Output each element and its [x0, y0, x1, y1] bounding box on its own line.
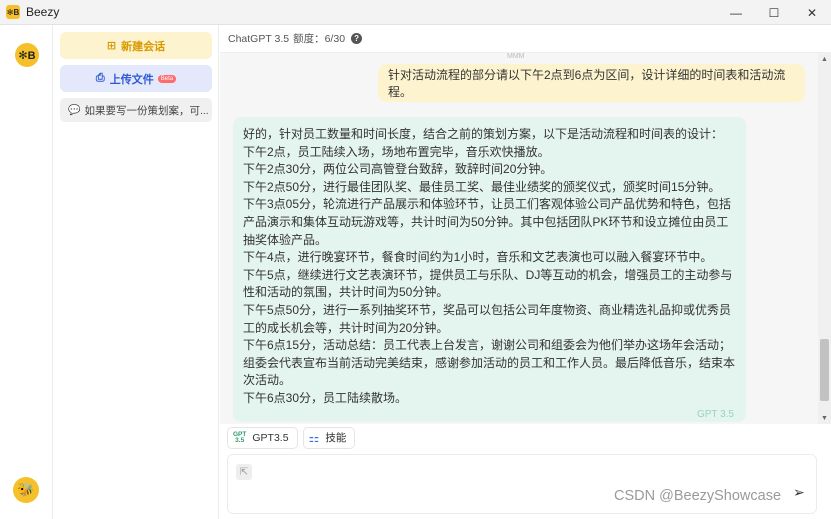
session-panel: ⊞ 新建会话 ⎙ 上传文件 Beta 💬 如果要写一份策划案，可...: [54, 25, 219, 519]
grid-icon: ⚏: [308, 430, 320, 445]
chat-scrollbar[interactable]: ▲ ▼: [818, 53, 831, 424]
assistant-line: 下午4点，进行晚宴环节，餐食时间约为1小时，音乐和文艺表演也可以融入餐宴环节中。: [243, 250, 713, 265]
window-title: Beezy: [26, 5, 60, 19]
user-avatar-bee-icon[interactable]: 🐝: [13, 477, 39, 503]
assistant-line: 下午5点，继续进行文艺表演环节，提供员工与乐队、DJ等互动的机会，增强员工的主动…: [243, 267, 733, 300]
beezy-logo-icon[interactable]: ✻B: [15, 43, 39, 67]
left-rail: ✻B 🐝: [0, 25, 53, 519]
close-button[interactable]: ✕: [793, 0, 831, 25]
window-controls: — ☐ ✕: [717, 0, 831, 25]
csdn-watermark: CSDN @BeezyShowcase: [614, 488, 782, 504]
assistant-line: 下午6点30分，员工陆续散场。: [243, 390, 408, 405]
new-chat-label: 新建会话: [121, 40, 166, 53]
upload-file-label: 上传文件: [109, 73, 154, 86]
upload-file-icon: ⎙: [95, 72, 105, 84]
scroll-thumb[interactable]: [820, 339, 829, 401]
skills-label: 技能: [325, 432, 347, 444]
quota-label: 额度：: [293, 33, 325, 45]
app-logo-icon: ✻B: [6, 5, 20, 19]
new-chat-icon: ⊞: [106, 40, 117, 52]
scroll-up-icon[interactable]: ▲: [818, 53, 831, 65]
assistant-line: 好的，针对员工数量和时间长度，结合之前的策划方案，以下是活动流程和时间表的设计：: [243, 127, 724, 141]
expand-icon[interactable]: ⇱: [236, 464, 252, 480]
session-item-label: 如果要写一份策划案，可...: [84, 104, 209, 117]
model-quota-bar: ChatGPT 3.5 额度： 6/30 ?: [220, 25, 831, 53]
minimize-button[interactable]: —: [717, 0, 755, 25]
main-area: ChatGPT 3.5 额度： 6/30 ? MMM 针对活动流程的部分请以下午…: [220, 25, 831, 519]
session-item[interactable]: 💬 如果要写一份策划案，可...: [60, 98, 212, 122]
assistant-line: 下午5点50分，进行一系列抽奖环节，奖品可以包括公司年度物资、商业精选礼品抑或优…: [243, 302, 732, 335]
scroll-down-icon[interactable]: ▼: [818, 412, 831, 424]
maximize-button[interactable]: ☐: [755, 0, 793, 25]
quota-value: 6/30: [324, 32, 346, 45]
assistant-message-bubble: 好的，针对员工数量和时间长度，结合之前的策划方案，以下是活动流程和时间表的设计：…: [233, 117, 746, 422]
beta-badge: Beta: [157, 74, 177, 83]
assistant-line: 下午2点，员工陆续入场，场地布置完毕，音乐欢快播放。: [243, 144, 550, 159]
title-bar: ✻B Beezy — ☐ ✕: [0, 0, 831, 25]
assistant-line: 下午6点15分，活动总结：员工代表上台发言，谢谢公司和组委会为他们举办这场年会活…: [243, 338, 736, 388]
model-select-button[interactable]: GPT 3.5 GPT3.5: [227, 426, 298, 449]
assistant-line: 下午2点50分，进行最佳团队奖、最佳员工奖、最佳业绩奖的颁奖仪式，颁奖时间15分…: [243, 179, 721, 194]
assistant-model-tag: GPT 3.5: [696, 409, 734, 421]
help-icon[interactable]: ?: [351, 33, 363, 44]
send-icon[interactable]: ➢: [793, 484, 805, 501]
chat-toolbar: GPT 3.5 GPT3.5 ⚏ 技能: [220, 424, 831, 451]
chat-bubble-icon: 💬: [68, 104, 81, 116]
message-input[interactable]: ⇱ ➢: [227, 454, 817, 514]
new-chat-button[interactable]: ⊞ 新建会话: [60, 32, 212, 59]
skills-button[interactable]: ⚏ 技能: [302, 426, 356, 449]
model-name: ChatGPT 3.5: [228, 32, 290, 45]
faded-top-text: MMM: [507, 53, 525, 60]
gpt-icon: GPT 3.5: [233, 430, 247, 444]
model-select-label: GPT3.5: [252, 431, 289, 444]
user-message-text: 针对活动流程的部分请以下午2点到6点为区间，设计详细的时间表和活动流程。: [388, 68, 786, 99]
assistant-line: 下午3点05分，轮流进行产品展示和体验环节，让员工们客观体验公司产品优势和特色，…: [243, 197, 732, 247]
chat-window: MMM 针对活动流程的部分请以下午2点到6点为区间，设计详细的时间表和活动流程。…: [220, 53, 831, 424]
assistant-line: 下午2点30分，两位公司高管登台致辞，致辞时间20分钟。: [243, 162, 553, 177]
user-message-bubble: 针对活动流程的部分请以下午2点到6点为区间，设计详细的时间表和活动流程。: [378, 64, 805, 102]
upload-file-button[interactable]: ⎙ 上传文件 Beta: [60, 65, 212, 92]
